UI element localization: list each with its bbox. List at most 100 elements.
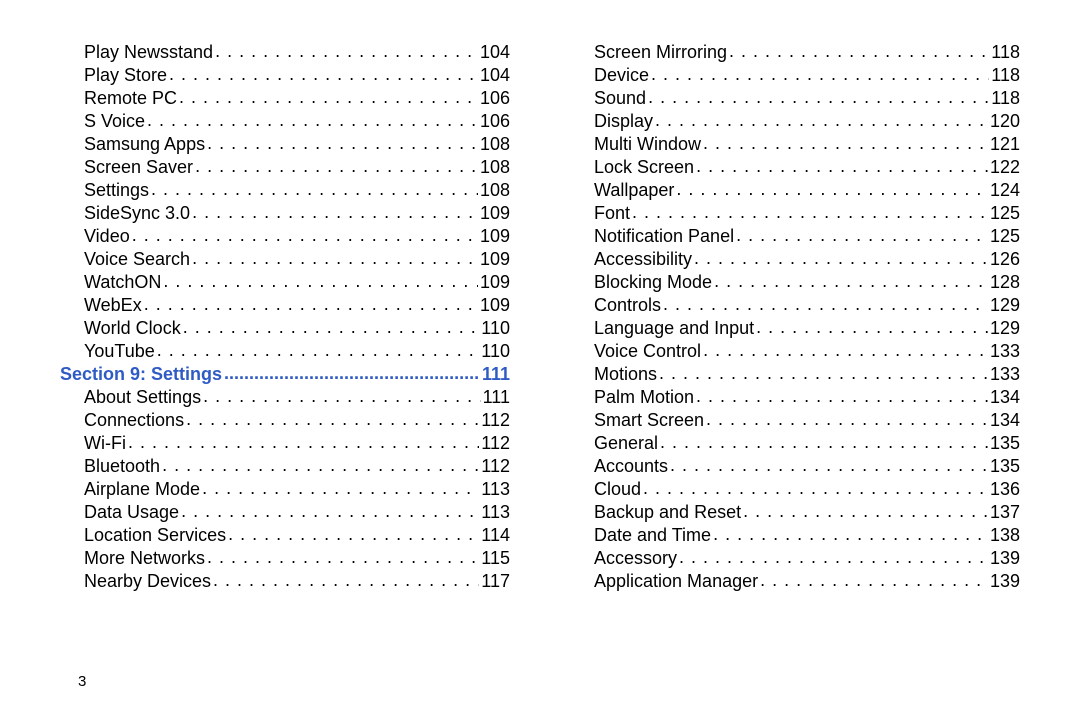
toc-entry[interactable]: S Voice106 (60, 109, 510, 132)
toc-entry[interactable]: WatchON109 (60, 270, 510, 293)
toc-entry-page: 108 (480, 133, 510, 155)
toc-entry[interactable]: Wi-Fi112 (60, 431, 510, 454)
toc-entry[interactable]: Voice Search109 (60, 247, 510, 270)
toc-entry[interactable]: Notification Panel125 (570, 224, 1020, 247)
toc-entry[interactable]: General135 (570, 431, 1020, 454)
toc-entry-label: Motions (594, 363, 657, 385)
toc-entry-page: 139 (990, 570, 1020, 592)
toc-entry[interactable]: Nearby Devices117 (60, 569, 510, 592)
toc-leader-dots (151, 178, 478, 196)
toc-entry-page: 126 (990, 248, 1020, 270)
toc-entry[interactable]: Samsung Apps 108 (60, 132, 510, 155)
toc-entry[interactable]: Cloud136 (570, 477, 1020, 500)
toc-entry-page: 112 (481, 455, 510, 477)
toc-entry-label: Location Services (84, 524, 226, 546)
toc-entry-label: Cloud (594, 478, 641, 500)
toc-left-column: Play Newsstand 104Play Store104Remote PC1… (60, 40, 510, 592)
toc-entry[interactable]: Screen Mirroring 118 (570, 40, 1020, 63)
toc-leader-dots (183, 316, 480, 334)
toc-entry-label: Samsung Apps (84, 133, 205, 155)
toc-entry-label: Screen Mirroring (594, 41, 727, 63)
toc-leader-dots (203, 385, 481, 403)
toc-entry-label: Blocking Mode (594, 271, 712, 293)
toc-entry[interactable]: Location Services114 (60, 523, 510, 546)
toc-entry-label: Section 9: Settings (60, 363, 222, 385)
toc-entry[interactable]: Accessory139 (570, 546, 1020, 569)
toc-entry[interactable]: About Settings111 (60, 385, 510, 408)
toc-entry-label: Date and Time (594, 524, 711, 546)
toc-leader-dots (663, 293, 988, 311)
toc-entry[interactable]: Blocking Mode128 (570, 270, 1020, 293)
toc-entry-label: Data Usage (84, 501, 179, 523)
toc-leader-dots (224, 362, 480, 380)
toc-entry[interactable]: Display120 (570, 109, 1020, 132)
toc-entry-label: Multi Window (594, 133, 701, 155)
toc-leader-dots (703, 132, 988, 150)
toc-entry[interactable]: Wallpaper124 (570, 178, 1020, 201)
toc-entry[interactable]: Voice Control133 (570, 339, 1020, 362)
toc-entry-page: 129 (990, 294, 1020, 316)
toc-entry-label: Nearby Devices (84, 570, 211, 592)
toc-entry-page: 118 (991, 41, 1020, 63)
toc-leader-dots (207, 546, 479, 564)
toc-entry-page: 125 (990, 225, 1020, 247)
toc-entry-page: 113 (481, 478, 510, 500)
toc-entry-label: Play Newsstand (84, 41, 213, 63)
toc-entry[interactable]: Settings108 (60, 178, 510, 201)
toc-entry[interactable]: Backup and Reset137 (570, 500, 1020, 523)
toc-entry[interactable]: Screen Saver108 (60, 155, 510, 178)
toc-entry[interactable]: Connections112 (60, 408, 510, 431)
toc-entry[interactable]: Play Store104 (60, 63, 510, 86)
toc-entry-page: 137 (990, 501, 1020, 523)
toc-entry[interactable]: Sound118 (570, 86, 1020, 109)
toc-entry-page: 106 (480, 87, 510, 109)
toc-entry-label: Video (84, 225, 130, 247)
toc-entry[interactable]: More Networks115 (60, 546, 510, 569)
toc-entry-page: 121 (990, 133, 1020, 155)
toc-entry[interactable]: Multi Window 121 (570, 132, 1020, 155)
toc-entry-label: Play Store (84, 64, 167, 86)
toc-entry-label: Sound (594, 87, 646, 109)
toc-entry[interactable]: Play Newsstand 104 (60, 40, 510, 63)
toc-entry[interactable]: Font125 (570, 201, 1020, 224)
toc-entry[interactable]: Motions133 (570, 362, 1020, 385)
toc-leader-dots (169, 63, 478, 81)
toc-entry[interactable]: Palm Motion134 (570, 385, 1020, 408)
toc-entry[interactable]: WebEx109 (60, 293, 510, 316)
toc-entry-page: 133 (990, 340, 1020, 362)
toc-entry[interactable]: Smart Screen134 (570, 408, 1020, 431)
toc-entry[interactable]: Accessibility126 (570, 247, 1020, 270)
toc-entry-label: Palm Motion (594, 386, 694, 408)
toc-right-column: Screen Mirroring 118Device118Sound118Disp… (570, 40, 1020, 592)
toc-leader-dots (756, 316, 988, 334)
toc-entry-label: Application Manager (594, 570, 758, 592)
toc-entry-page: 111 (483, 386, 510, 408)
toc-entry-page: 120 (990, 110, 1020, 132)
toc-entry-label: Airplane Mode (84, 478, 200, 500)
toc-entry[interactable]: Section 9: Settings111 (60, 362, 510, 385)
toc-entry[interactable]: World Clock110 (60, 316, 510, 339)
toc-entry[interactable]: Data Usage113 (60, 500, 510, 523)
toc-entry[interactable]: Device118 (570, 63, 1020, 86)
toc-entry-label: YouTube (84, 340, 155, 362)
toc-leader-dots (729, 40, 989, 58)
toc-entry[interactable]: Bluetooth112 (60, 454, 510, 477)
toc-entry[interactable]: YouTube110 (60, 339, 510, 362)
toc-leader-dots (181, 500, 479, 518)
toc-entry[interactable]: Accounts135 (570, 454, 1020, 477)
toc-entry-label: Smart Screen (594, 409, 704, 431)
toc-entry-page: 104 (480, 41, 510, 63)
toc-leader-dots (655, 109, 988, 127)
toc-entry[interactable]: Date and Time138 (570, 523, 1020, 546)
toc-entry[interactable]: Language and Input129 (570, 316, 1020, 339)
toc-entry[interactable]: Lock Screen122 (570, 155, 1020, 178)
toc-entry[interactable]: SideSync 3.0109 (60, 201, 510, 224)
toc-leader-dots (696, 155, 988, 173)
toc-entry[interactable]: Application Manager 139 (570, 569, 1020, 592)
toc-entry-label: General (594, 432, 658, 454)
toc-leader-dots (632, 201, 988, 219)
toc-entry[interactable]: Remote PC106 (60, 86, 510, 109)
toc-entry[interactable]: Airplane Mode 113 (60, 477, 510, 500)
toc-entry[interactable]: Controls129 (570, 293, 1020, 316)
toc-entry[interactable]: Video109 (60, 224, 510, 247)
